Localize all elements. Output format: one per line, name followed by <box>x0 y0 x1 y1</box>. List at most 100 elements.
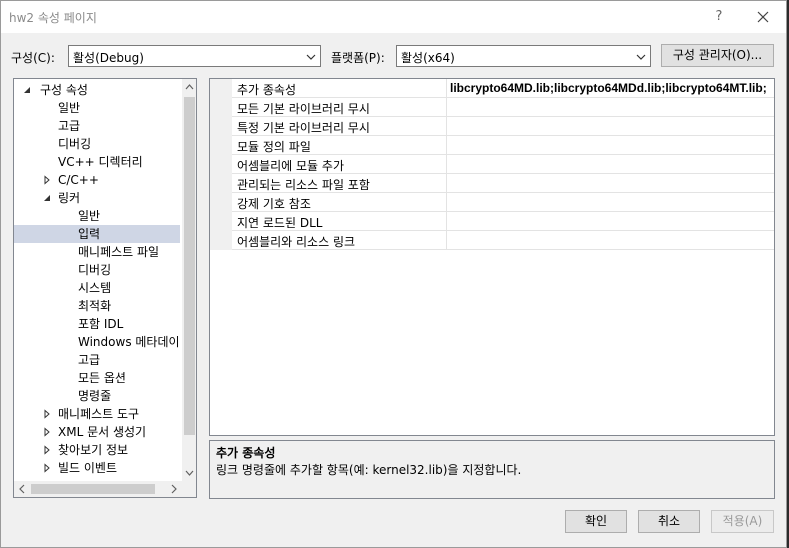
tree-item[interactable]: 시스템 <box>14 279 180 297</box>
tree-item-label: 일반 <box>58 101 81 115</box>
scrollbar-thumb[interactable] <box>184 97 195 435</box>
property-name: 강제 기호 참조 <box>237 197 311 211</box>
property-name: 관리되는 리소스 파일 포함 <box>237 178 370 192</box>
column-separator <box>446 117 447 136</box>
tree-item[interactable]: 포함 IDL <box>14 315 180 333</box>
tree-item[interactable]: 일반 <box>14 207 180 225</box>
property-name: 특정 기본 라이브러리 무시 <box>237 121 370 135</box>
tree-item-label: 입력 <box>78 227 101 241</box>
property-grid[interactable]: 추가 종속성 libcrypto64MD.lib;libcrypto64MDd.l… <box>209 78 775 436</box>
tree-item[interactable]: VC++ 디렉터리 <box>14 153 180 171</box>
title-bar: hw2 속성 페이지 ? <box>1 1 786 33</box>
property-row[interactable]: 추가 종속성 libcrypto64MD.lib;libcrypto64MDd.l… <box>210 79 774 98</box>
tree-item[interactable]: 매니페스트 도구 <box>14 405 180 423</box>
column-separator <box>446 79 447 98</box>
cancel-button[interactable]: 취소 <box>638 510 700 533</box>
property-row[interactable]: 어셈블리에 모듈 추가 <box>210 155 774 174</box>
property-row[interactable]: 관리되는 리소스 파일 포함 <box>210 174 774 193</box>
row-gutter <box>210 136 232 155</box>
tree-item-label: 매니페스트 파일 <box>78 245 160 259</box>
property-row[interactable]: 모듈 정의 파일 <box>210 136 774 155</box>
platform-label: 플랫폼(P): <box>331 51 385 65</box>
property-row[interactable]: 지연 로드된 DLL <box>210 212 774 231</box>
property-pages-dialog: hw2 속성 페이지 ? 구성(C): 활성(Debug) 플랫폼(P): 활성… <box>0 0 787 548</box>
tree-item[interactable]: 디버깅 <box>14 135 180 153</box>
description-title: 추가 종속성 <box>216 446 276 460</box>
row-gutter <box>210 117 232 136</box>
tree-item[interactable]: 고급 <box>14 117 180 135</box>
tree-vertical-scrollbar[interactable] <box>182 79 197 481</box>
platform-value: 활성(x64) <box>401 51 455 65</box>
tree-item-label: 포함 IDL <box>78 317 124 331</box>
tree-item-label: 명령줄 <box>78 389 112 403</box>
help-button[interactable]: ? <box>709 7 729 27</box>
collapsed-triangle-icon[interactable] <box>42 427 52 437</box>
property-row[interactable]: 어셈블리와 리소스 링크 <box>210 231 774 250</box>
row-gutter <box>210 212 232 231</box>
scroll-right-icon[interactable] <box>166 481 182 497</box>
property-value[interactable]: libcrypto64MD.lib;libcrypto64MDd.lib;lib… <box>450 81 774 95</box>
scroll-left-icon[interactable] <box>14 481 30 497</box>
tree-item[interactable]: 빌드 이벤트 <box>14 459 180 477</box>
tree-item[interactable]: XML 문서 생성기 <box>14 423 180 441</box>
collapsed-triangle-icon[interactable] <box>42 175 52 185</box>
close-icon <box>757 11 769 23</box>
tree-item[interactable]: 매니페스트 파일 <box>14 243 180 261</box>
tree-item-label: 찾아보기 정보 <box>58 443 129 457</box>
tree-item[interactable]: Windows 메타데이 <box>14 333 180 351</box>
scroll-up-icon[interactable] <box>182 79 197 96</box>
chevron-down-icon <box>306 54 316 60</box>
chevron-down-icon <box>636 54 646 60</box>
expanded-triangle-icon[interactable] <box>22 85 32 95</box>
column-separator <box>446 136 447 155</box>
config-manager-button[interactable]: 구성 관리자(O)... <box>661 44 774 67</box>
property-name: 어셈블리에 모듈 추가 <box>237 159 344 173</box>
scroll-down-icon[interactable] <box>182 464 197 481</box>
close-button[interactable] <box>751 5 775 29</box>
tree-item[interactable]: 입력 <box>14 225 180 243</box>
property-row[interactable]: 모든 기본 라이브러리 무시 <box>210 98 774 117</box>
property-tree[interactable]: 구성 속성 일반 고급 디버깅 VC++ 디렉터리 C/C++ 링커 일반 입력 매니페스트 파일… <box>13 78 197 498</box>
collapsed-triangle-icon[interactable] <box>42 445 52 455</box>
tree-item[interactable]: 고급 <box>14 351 180 369</box>
property-name: 모듈 정의 파일 <box>237 140 311 154</box>
tree-item[interactable]: 최적화 <box>14 297 180 315</box>
scrollbar-corner <box>182 481 196 497</box>
column-separator <box>446 155 447 174</box>
collapsed-triangle-icon[interactable] <box>42 409 52 419</box>
tree-item[interactable]: 모든 옵션 <box>14 369 180 387</box>
tree-item[interactable]: 구성 속성 <box>14 81 180 99</box>
property-name: 어셈블리와 리소스 링크 <box>237 235 356 249</box>
tree-item[interactable]: 명령줄 <box>14 387 180 405</box>
tree-item-label: 고급 <box>78 353 101 367</box>
tree-item[interactable]: 일반 <box>14 99 180 117</box>
tree-item-label: 모든 옵션 <box>78 371 126 385</box>
property-row[interactable]: 특정 기본 라이브러리 무시 <box>210 117 774 136</box>
config-dropdown[interactable]: 활성(Debug) <box>68 45 321 67</box>
ok-button[interactable]: 확인 <box>565 510 627 533</box>
expanded-triangle-icon[interactable] <box>42 193 52 203</box>
row-gutter <box>210 155 232 174</box>
tree-item-label: 구성 속성 <box>40 83 88 97</box>
property-row[interactable]: 강제 기호 참조 <box>210 193 774 212</box>
row-gutter <box>210 193 232 212</box>
collapsed-triangle-icon[interactable] <box>42 463 52 473</box>
description-text: 링크 명령줄에 추가할 항목(예: kernel32.lib)을 지정합니다. <box>216 463 522 477</box>
column-separator <box>446 231 447 250</box>
description-panel: 추가 종속성 링크 명령줄에 추가할 항목(예: kernel32.lib)을 … <box>209 440 775 499</box>
apply-button[interactable]: 적용(A) <box>711 510 774 533</box>
row-gutter <box>210 79 232 98</box>
platform-dropdown[interactable]: 활성(x64) <box>396 45 651 67</box>
row-gutter <box>210 231 232 250</box>
tree-item[interactable]: 링커 <box>14 189 180 207</box>
tree-item[interactable]: 디버깅 <box>14 261 180 279</box>
tree-item[interactable]: 찾아보기 정보 <box>14 441 180 459</box>
scrollbar-thumb[interactable] <box>31 484 155 494</box>
tree-item-label: 디버깅 <box>58 137 92 151</box>
property-name: 모든 기본 라이브러리 무시 <box>237 102 370 116</box>
config-label: 구성(C): <box>11 51 55 65</box>
tree-item[interactable]: C/C++ <box>14 171 180 189</box>
row-gutter <box>210 98 232 117</box>
column-separator <box>446 193 447 212</box>
tree-horizontal-scrollbar[interactable] <box>14 481 182 497</box>
